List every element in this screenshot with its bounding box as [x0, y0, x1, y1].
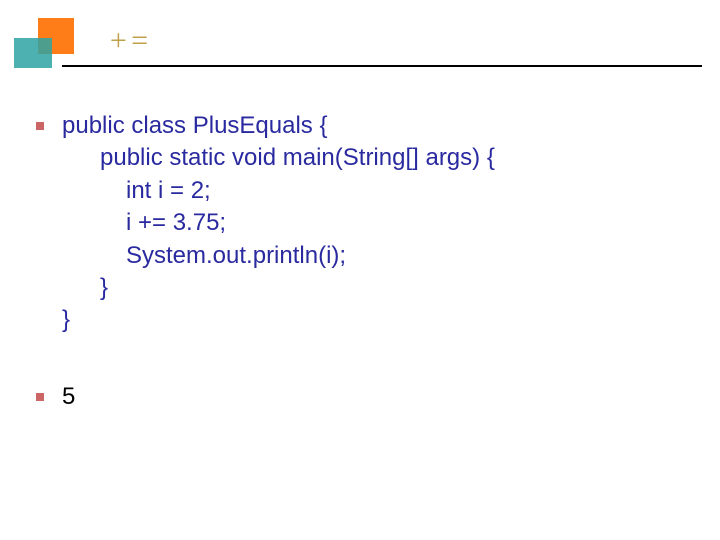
- answer-text: 5: [62, 381, 75, 413]
- bullet-icon: [36, 393, 44, 401]
- bullet-icon: [36, 122, 44, 130]
- code-line-3: int i = 2;: [62, 175, 495, 207]
- bullet-item-code: public class PlusEquals { public static …: [36, 110, 700, 337]
- bullet-item-answer: 5: [36, 381, 700, 413]
- slide-title: +=: [108, 24, 151, 58]
- code-line-5: System.out.println(i);: [62, 240, 495, 272]
- title-divider: [62, 65, 702, 67]
- code-line-1: public class PlusEquals {: [62, 110, 495, 142]
- code-line-6: }: [62, 272, 495, 304]
- corner-decoration: [14, 18, 84, 68]
- code-line-4: i += 3.75;: [62, 207, 495, 239]
- code-line-2: public static void main(String[] args) {: [62, 142, 495, 174]
- slide-content: public class PlusEquals { public static …: [36, 110, 700, 419]
- code-line-7: }: [62, 304, 495, 336]
- slide: += public class PlusEquals { public stat…: [0, 0, 720, 540]
- deco-square-teal: [14, 38, 52, 68]
- code-block: public class PlusEquals { public static …: [62, 110, 495, 337]
